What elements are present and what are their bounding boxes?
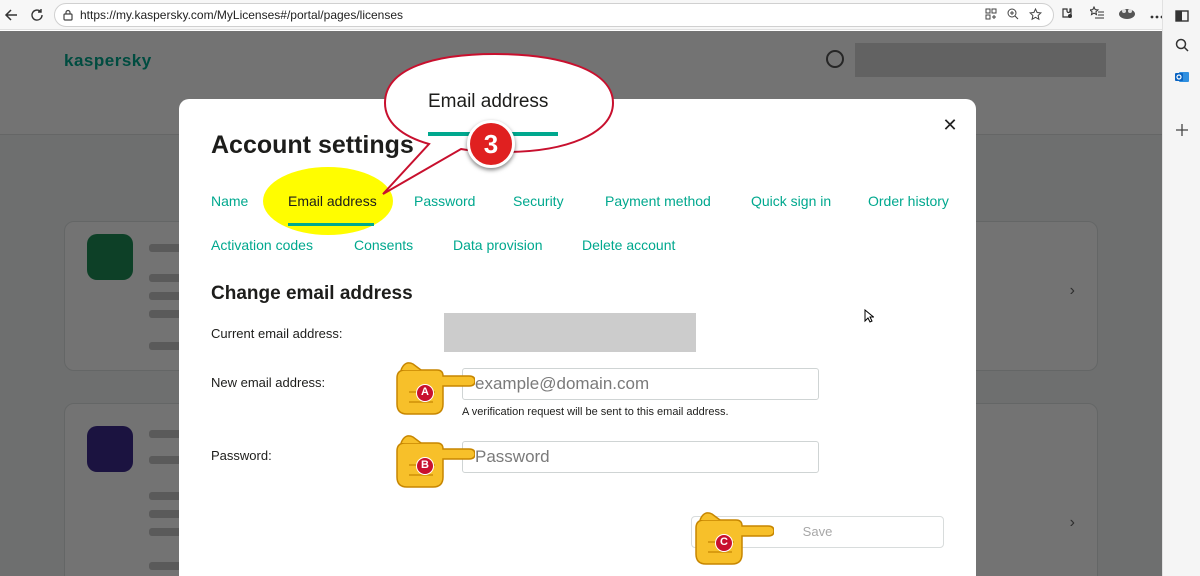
tab-quick-sign-in[interactable]: Quick sign in (751, 193, 831, 209)
outlook-icon[interactable] (1172, 69, 1192, 89)
pointing-hand-icon: A (391, 358, 476, 416)
close-icon[interactable]: ✕ (941, 116, 959, 134)
profile-icon[interactable] (1118, 6, 1136, 24)
zoom-icon[interactable] (1005, 8, 1021, 24)
tab-delete-account[interactable]: Delete account (582, 237, 675, 253)
tab-activation-codes[interactable]: Activation codes (211, 237, 313, 253)
step-number-badge: 3 (467, 120, 515, 168)
callout-text: Email address (428, 91, 549, 112)
pointing-hand-icon: B (391, 431, 476, 489)
back-icon[interactable] (0, 4, 22, 26)
tab-order-history[interactable]: Order history (868, 193, 949, 209)
tab-data-provision[interactable]: Data provision (453, 237, 543, 253)
marker-a: A (416, 384, 434, 402)
favorite-icon[interactable] (1027, 7, 1043, 24)
password-input[interactable] (462, 441, 819, 473)
new-email-label: New email address: (211, 375, 326, 390)
current-email-label: Current email address: (211, 326, 343, 341)
tab-name[interactable]: Name (211, 193, 248, 209)
address-bar[interactable]: https://my.kaspersky.com/MyLicenses#/por… (54, 3, 1054, 27)
url-text[interactable]: https://my.kaspersky.com/MyLicenses#/por… (80, 8, 403, 22)
apps-icon[interactable] (983, 8, 999, 24)
mouse-cursor-icon (864, 309, 874, 323)
add-icon[interactable] (1172, 121, 1192, 141)
active-tab-underline (288, 223, 374, 226)
refresh-icon[interactable] (26, 4, 48, 26)
pointing-hand-icon: C (690, 508, 775, 566)
verification-hint: A verification request will be sent to t… (462, 406, 729, 418)
section-title: Change email address (211, 283, 413, 304)
password-label: Password: (211, 448, 272, 463)
marker-c: C (715, 534, 733, 552)
browser-toolbar: https://my.kaspersky.com/MyLicenses#/por… (0, 0, 1164, 30)
tab-email-address[interactable]: Email address (288, 193, 377, 209)
current-email-masked (444, 313, 696, 352)
browser-sidebar (1162, 0, 1200, 576)
sidebar-icon[interactable] (1172, 7, 1192, 27)
marker-b: B (416, 457, 434, 475)
favorites-list-icon[interactable] (1088, 5, 1106, 24)
extension-icon[interactable] (1058, 6, 1076, 24)
lock-icon[interactable] (62, 9, 74, 21)
search-icon[interactable] (1172, 37, 1192, 57)
new-email-input[interactable] (462, 368, 819, 400)
tab-consents[interactable]: Consents (354, 237, 413, 253)
